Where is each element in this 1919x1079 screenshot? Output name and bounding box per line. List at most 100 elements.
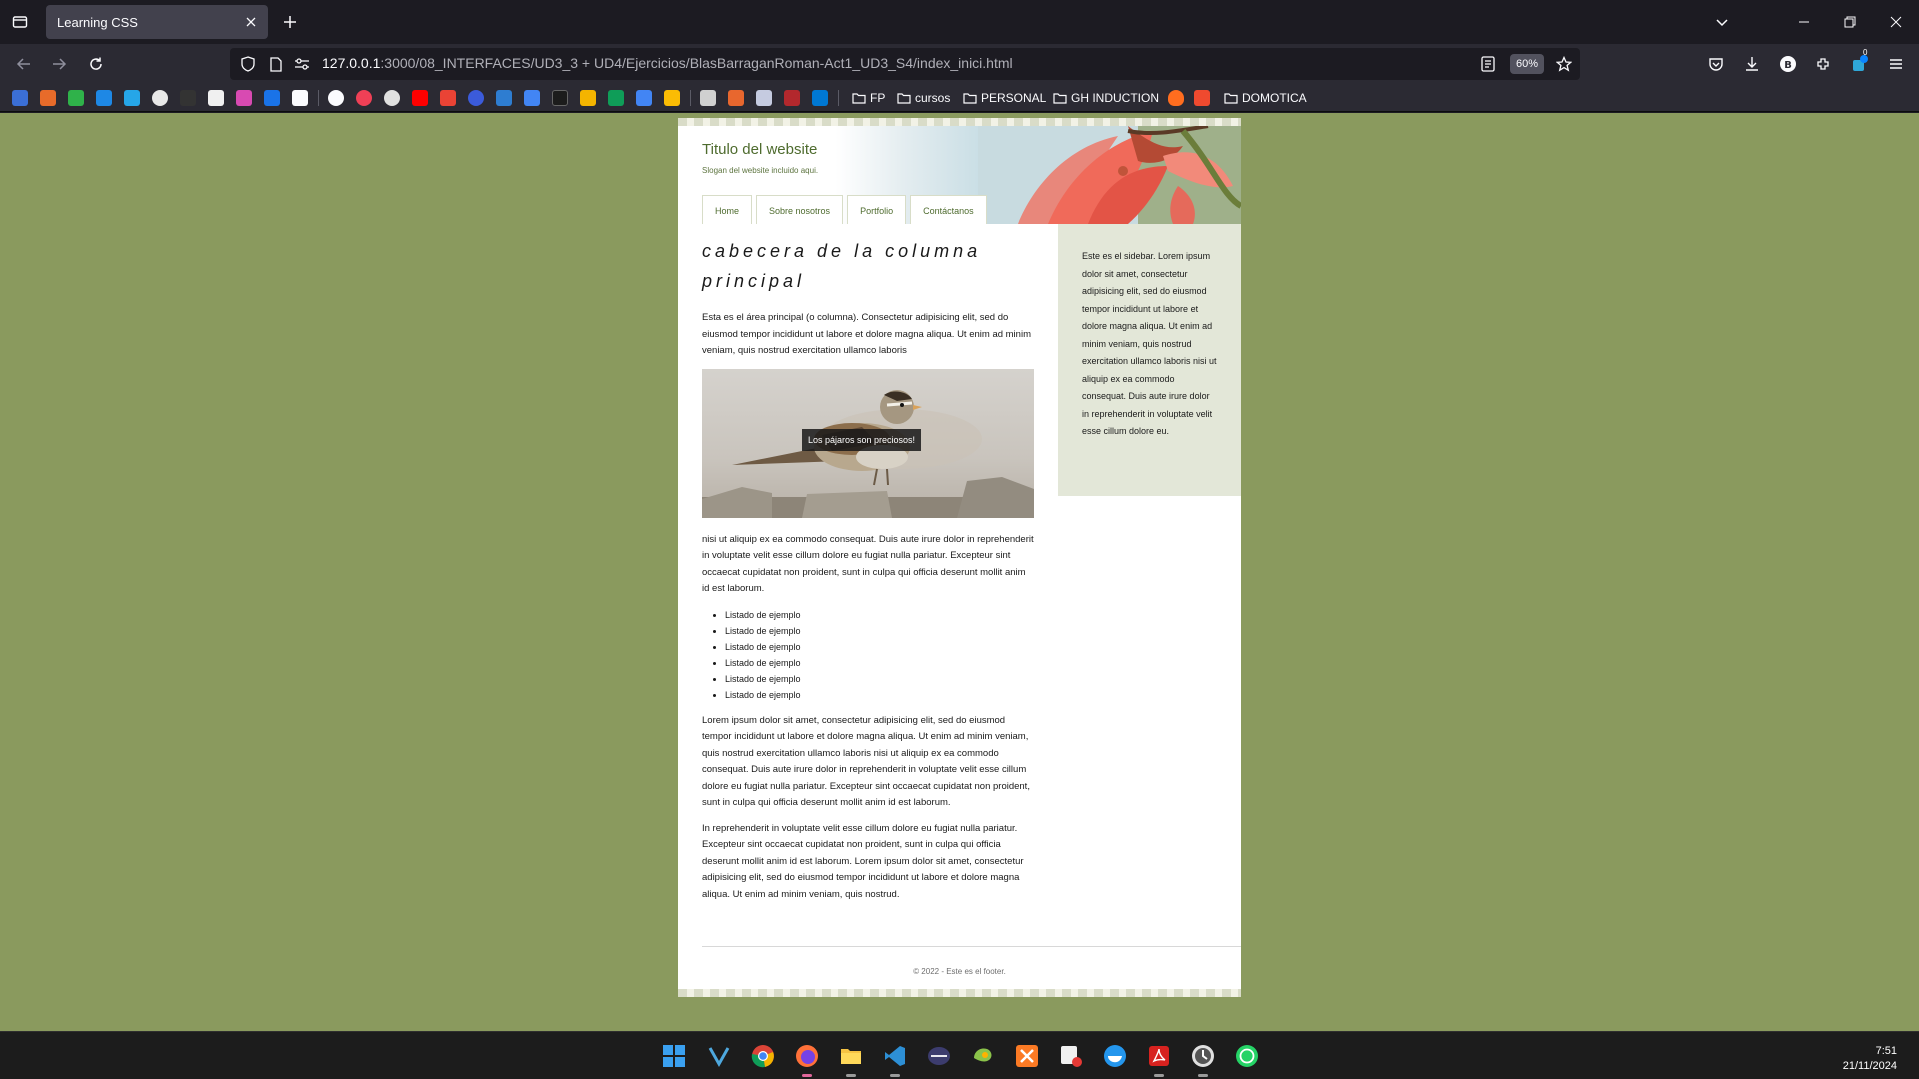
bookmark-folder-fp[interactable]: FP	[852, 89, 885, 107]
flame-icon[interactable]	[1168, 90, 1184, 106]
bookmark-icon[interactable]	[40, 90, 56, 106]
bookmark-icon[interactable]	[292, 90, 308, 106]
clock-date: 21/11/2024	[1842, 1060, 1897, 1072]
github-icon[interactable]	[328, 90, 344, 106]
bookmark-folder-cursos[interactable]: cursos	[897, 89, 950, 107]
bookmark-icon[interactable]	[384, 90, 400, 106]
url-bar[interactable]: 127.0.0.1:3000/08_INTERFACES/UD3_3 + UD4…	[230, 48, 1580, 80]
snipping-tool-icon[interactable]	[1057, 1042, 1085, 1070]
bookmark-icon[interactable]	[236, 90, 252, 106]
firefox-icon[interactable]	[793, 1042, 821, 1070]
page-icon[interactable]	[268, 56, 284, 72]
sheets-icon[interactable]	[608, 90, 624, 106]
bookmark-icon[interactable]	[784, 90, 800, 106]
menu-item-portfolio[interactable]: Portfolio	[847, 195, 907, 224]
site-header: Titulo del website Slogan del website in…	[678, 126, 1241, 224]
footer-divider	[702, 946, 1241, 947]
bookmark-icon[interactable]	[180, 90, 196, 106]
menu-item-home[interactable]: Home	[702, 195, 753, 224]
gmail-icon[interactable]	[440, 90, 456, 106]
outlook-icon[interactable]	[812, 90, 828, 106]
site-title[interactable]: Titulo del website	[702, 141, 817, 158]
pocket-icon[interactable]	[1704, 52, 1728, 76]
vscode-icon[interactable]	[881, 1042, 909, 1070]
url-host: 127.0.0.1	[322, 55, 381, 71]
bookmark-icon[interactable]	[468, 90, 484, 106]
visual-studio-icon[interactable]	[705, 1042, 733, 1070]
forward-icon[interactable]	[47, 52, 71, 76]
close-icon[interactable]	[242, 13, 260, 31]
star-icon[interactable]	[1556, 56, 1572, 72]
extension-badge-icon[interactable]: 0	[1848, 48, 1872, 76]
tab-learning-css[interactable]: Learning CSS	[46, 5, 268, 39]
body-paragraph-2: Lorem ipsum dolor sit amet, consectetur …	[702, 714, 1030, 809]
bookmark-icon[interactable]	[756, 90, 772, 106]
file-explorer-icon[interactable]	[837, 1042, 865, 1070]
slides-icon[interactable]	[664, 90, 680, 106]
restore-icon[interactable]	[1838, 10, 1862, 34]
bookmark-icon[interactable]	[580, 90, 596, 106]
youtube-icon[interactable]	[412, 90, 428, 106]
plus-icon[interactable]	[278, 10, 302, 34]
acrobat-icon[interactable]	[1145, 1042, 1173, 1070]
chevron-down-icon[interactable]	[1710, 10, 1734, 34]
bookmark-icon[interactable]	[264, 90, 280, 106]
clock-app-icon[interactable]	[1189, 1042, 1217, 1070]
clock-time: 7:51	[1875, 1045, 1897, 1057]
bookmark-icon[interactable]	[700, 90, 716, 106]
site-slogan: Slogan del website incluido aqui.	[702, 166, 819, 175]
folder-icon	[963, 93, 977, 104]
close-window-icon[interactable]	[1884, 10, 1908, 34]
tab-list-icon[interactable]	[8, 10, 32, 34]
system-clock[interactable]: 7:51 21/11/2024	[1843, 1044, 1897, 1074]
menu-item-contactanos[interactable]: Contáctanos	[910, 195, 987, 224]
url-text[interactable]: 127.0.0.1:3000/08_INTERFACES/UD3_3 + UD4…	[322, 55, 1013, 71]
bookmark-icon[interactable]	[124, 90, 140, 106]
bookmark-folder-label: cursos	[915, 91, 951, 105]
minimize-icon[interactable]	[1792, 10, 1816, 34]
chrome-icon[interactable]	[749, 1042, 777, 1070]
docs-icon[interactable]	[636, 90, 652, 106]
bookmark-icon[interactable]	[96, 90, 112, 106]
bird-image: Los pájaros son preciosos!	[702, 368, 1034, 518]
back-icon[interactable]	[12, 52, 36, 76]
bookmark-icon[interactable]	[356, 90, 372, 106]
permissions-icon[interactable]	[294, 56, 310, 72]
windows-start-icon[interactable]	[660, 1042, 688, 1070]
list-item: Listado de ejemplo	[725, 655, 1034, 671]
extensions-icon[interactable]	[1812, 52, 1836, 76]
download-icon[interactable]	[1740, 52, 1764, 76]
bookmark-icon[interactable]	[1194, 90, 1210, 106]
shield-icon[interactable]	[240, 56, 256, 72]
bookmark-folder-domotica[interactable]: DOMOTICA	[1224, 89, 1307, 107]
site-footer: © 2022 - Este es el footer.	[913, 967, 1006, 976]
account-icon[interactable]: B	[1776, 52, 1800, 76]
bookmark-icon[interactable]	[208, 90, 224, 106]
menu-icon[interactable]	[1884, 52, 1908, 76]
bookmark-icon[interactable]	[68, 90, 84, 106]
bookmark-separator	[838, 90, 839, 106]
bookmark-folder-label: PERSONAL	[981, 91, 1047, 105]
bookmark-icon[interactable]	[552, 90, 568, 106]
list-item: Listado de ejemplo	[725, 623, 1034, 639]
reload-icon[interactable]	[84, 52, 108, 76]
bookmark-separator	[690, 90, 691, 106]
xampp-icon[interactable]	[1013, 1042, 1041, 1070]
bookmark-folder-personal[interactable]: PERSONAL	[963, 89, 1046, 107]
menu-item-sobre-nosotros[interactable]: Sobre nosotros	[756, 195, 844, 224]
zoom-level[interactable]: 60%	[1510, 54, 1544, 74]
bookmark-icon[interactable]	[728, 90, 744, 106]
bookmark-icon[interactable]	[12, 90, 28, 106]
whatsapp-icon[interactable]	[1233, 1042, 1261, 1070]
bookmark-icon[interactable]	[524, 90, 540, 106]
folder-icon	[1053, 93, 1067, 104]
app-icon[interactable]	[969, 1042, 997, 1070]
terminal-icon[interactable]	[925, 1042, 953, 1070]
bookmark-icon[interactable]	[496, 90, 512, 106]
bookmark-icon[interactable]	[152, 90, 168, 106]
extension-badge-count: 0	[1863, 48, 1868, 57]
reader-icon[interactable]	[1480, 56, 1496, 72]
docker-icon[interactable]	[1101, 1042, 1129, 1070]
bookmark-folder-gh-induction[interactable]: GH INDUCTION	[1053, 89, 1159, 107]
active-app-indicator	[802, 1074, 812, 1077]
